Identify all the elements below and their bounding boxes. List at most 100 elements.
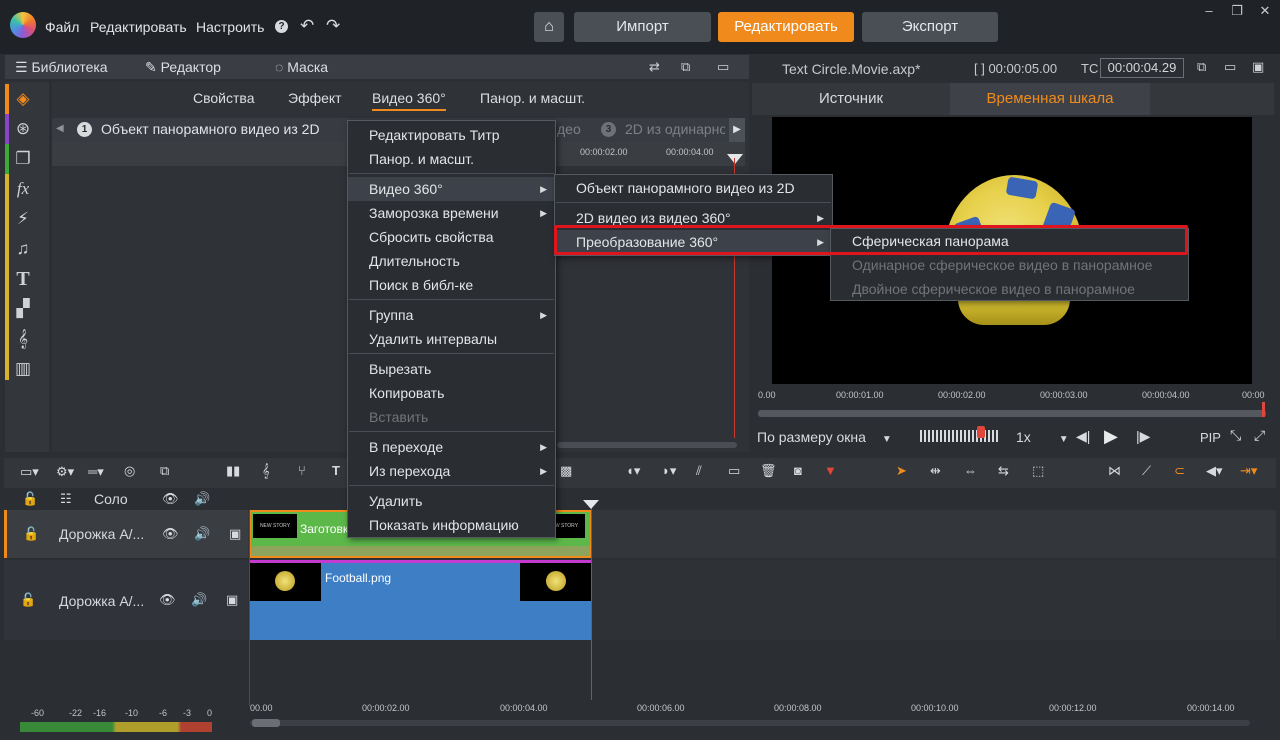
speaker-icon[interactable]: 🔊: [194, 491, 210, 507]
film-reel-icon[interactable]: ⊛: [12, 118, 34, 140]
marker-left-icon[interactable]: ◖▾: [626, 463, 640, 479]
tab-effect[interactable]: Эффект: [288, 90, 342, 106]
menu-file[interactable]: Файл: [45, 19, 79, 35]
volume-handle[interactable]: [977, 426, 985, 438]
track-layout-icon[interactable]: ▭▾: [20, 464, 39, 480]
menu-item-duration[interactable]: Длительность: [348, 249, 555, 273]
minimize-icon[interactable]: –: [1202, 4, 1216, 18]
menu-item-pano-from-2d[interactable]: Объект панорамного видео из 2D: [555, 176, 832, 200]
menu-item-delete[interactable]: Удалить: [348, 489, 555, 513]
layout-icon[interactable]: ▭: [717, 59, 729, 75]
lock-icon[interactable]: 🔓: [23, 526, 39, 542]
detach-icon[interactable]: ⧉: [681, 59, 690, 75]
settings-icon[interactable]: ⚙▾: [56, 464, 74, 480]
crop-icon[interactable]: ⤡: [1230, 427, 1241, 444]
menu-item-show-info[interactable]: Показать информацию: [348, 513, 555, 537]
record-icon[interactable]: ◎: [124, 463, 135, 479]
align-icon[interactable]: ═▾: [88, 464, 104, 480]
playhead-marker-icon[interactable]: [727, 154, 743, 164]
slip-icon[interactable]: ⇆: [998, 463, 1009, 479]
tab-mask[interactable]: ◌ Маска: [275, 55, 328, 79]
menu-item-video360[interactable]: Видео 360° ▶: [348, 177, 555, 201]
audio-scrub-icon[interactable]: ◀▾: [1206, 463, 1223, 479]
tab-video360[interactable]: Видео 360°: [372, 90, 446, 111]
lock-icon[interactable]: 🔓: [22, 491, 38, 507]
editor-scrollbar[interactable]: [557, 442, 737, 448]
timeline-scroll-thumb[interactable]: [252, 719, 280, 727]
monitor-icon[interactable]: ▣: [226, 592, 238, 608]
tab-library[interactable]: ☰ Библиотека: [15, 55, 108, 79]
fullscreen-icon[interactable]: ▣: [1252, 59, 1264, 75]
menu-item-delete-gaps[interactable]: Удалить интервалы: [348, 327, 555, 351]
export-frame-icon[interactable]: ⧉: [160, 463, 169, 479]
menu-item-transition-in[interactable]: В переходе ▶: [348, 435, 555, 459]
menu-edit[interactable]: Редактировать: [90, 19, 187, 35]
track-name[interactable]: Дорожка А/...: [59, 593, 144, 609]
tab-properties[interactable]: Свойства: [193, 90, 254, 106]
eye-icon[interactable]: 👁: [162, 526, 179, 542]
preview-playhead[interactable]: [1262, 402, 1265, 417]
menu-item-reset-properties[interactable]: Сбросить свойства: [348, 225, 555, 249]
swap-icon[interactable]: ⇄: [649, 59, 660, 75]
preview-scrubber[interactable]: [758, 410, 1266, 417]
trash-icon[interactable]: 🗑: [760, 463, 777, 479]
slide-icon[interactable]: ⇔: [964, 463, 977, 478]
timecode-field[interactable]: 00:00:04.29: [1100, 58, 1184, 78]
export-button[interactable]: Экспорт: [862, 12, 998, 42]
pointer-icon[interactable]: ➤: [896, 463, 907, 479]
copy-icon[interactable]: ❐: [12, 148, 34, 170]
image-clip[interactable]: Football.png: [249, 560, 592, 640]
play-icon[interactable]: ▶: [1104, 426, 1118, 447]
lightning-icon[interactable]: ⚡: [12, 208, 34, 230]
trim-icon[interactable]: ⟋: [1142, 463, 1151, 479]
marker-icon[interactable]: ▼: [824, 463, 837, 478]
undo-icon[interactable]: ↶: [300, 16, 314, 36]
close-icon[interactable]: ✕: [1258, 4, 1272, 18]
razor-icon[interactable]: ⫽: [696, 463, 702, 479]
menu-item-group[interactable]: Группа ▶: [348, 303, 555, 327]
zoom-fit-select[interactable]: По размеру окна ▼: [757, 429, 892, 445]
piano-icon[interactable]: ▥: [12, 358, 34, 380]
menu-item-edit-title[interactable]: Редактировать Титр: [348, 123, 555, 147]
menu-item-cut[interactable]: Вырезать: [348, 357, 555, 381]
step-3-label[interactable]: 2D из одинарно: [625, 121, 725, 137]
speaker-icon[interactable]: 🔊: [191, 592, 207, 608]
monitor-icon[interactable]: ▣: [229, 526, 241, 542]
prev-frame-icon[interactable]: ◀|: [1076, 428, 1090, 445]
title-icon[interactable]: T: [332, 463, 340, 478]
step-1-label[interactable]: Объект панорамного видео из 2D: [101, 121, 320, 137]
next-frame-icon[interactable]: |▶: [1136, 428, 1150, 445]
text-icon[interactable]: T: [12, 268, 34, 290]
import-button[interactable]: Импорт: [574, 12, 711, 42]
tab-pan-zoom[interactable]: Панор. и масшт.: [480, 90, 585, 106]
music-note-icon[interactable]: ♫: [12, 238, 34, 260]
tab-source[interactable]: Источник: [752, 83, 950, 115]
tab-timeline[interactable]: Временная шкала: [950, 83, 1150, 115]
solo-label[interactable]: Соло: [94, 491, 128, 507]
menu-item-find-in-library[interactable]: Поиск в библ-ке: [348, 273, 555, 297]
timeline-scrollbar[interactable]: [250, 720, 1250, 726]
magnet-icon[interactable]: ⊂: [1174, 463, 1185, 479]
snapshot-icon[interactable]: ▩: [560, 463, 572, 479]
detach-icon[interactable]: ⧉: [1197, 59, 1206, 75]
split-icon[interactable]: ⑂: [298, 463, 306, 478]
speaker-icon[interactable]: 🔊: [194, 526, 210, 542]
layers-icon[interactable]: ◈: [12, 88, 34, 110]
fx-icon[interactable]: fx: [12, 178, 34, 200]
volume-slider[interactable]: [920, 430, 1000, 442]
menu-item-transition-out[interactable]: Из перехода ▶: [348, 459, 555, 483]
snap-icon[interactable]: ⋈: [1108, 463, 1121, 479]
tab-editor[interactable]: ✎ Редактор: [145, 55, 221, 79]
marker-right-icon[interactable]: ◗▾: [662, 463, 676, 479]
stretch-icon[interactable]: ⬚: [1032, 463, 1044, 479]
question-icon[interactable]: ?: [275, 20, 288, 33]
menu-item-copy[interactable]: Копировать: [348, 381, 555, 405]
expand-icon[interactable]: ⤢: [1254, 427, 1265, 444]
ripple-icon[interactable]: ⇹: [930, 463, 941, 479]
layout-icon[interactable]: ▭: [1224, 59, 1236, 75]
clef-icon[interactable]: 𝄞: [12, 328, 34, 350]
menu-settings[interactable]: Настроить: [196, 19, 264, 35]
step-2-label[interactable]: део: [557, 121, 581, 137]
menu-item-pan-zoom[interactable]: Панор. и масшт.: [348, 147, 555, 171]
audio-levels-icon[interactable]: ▮▮: [226, 463, 240, 479]
